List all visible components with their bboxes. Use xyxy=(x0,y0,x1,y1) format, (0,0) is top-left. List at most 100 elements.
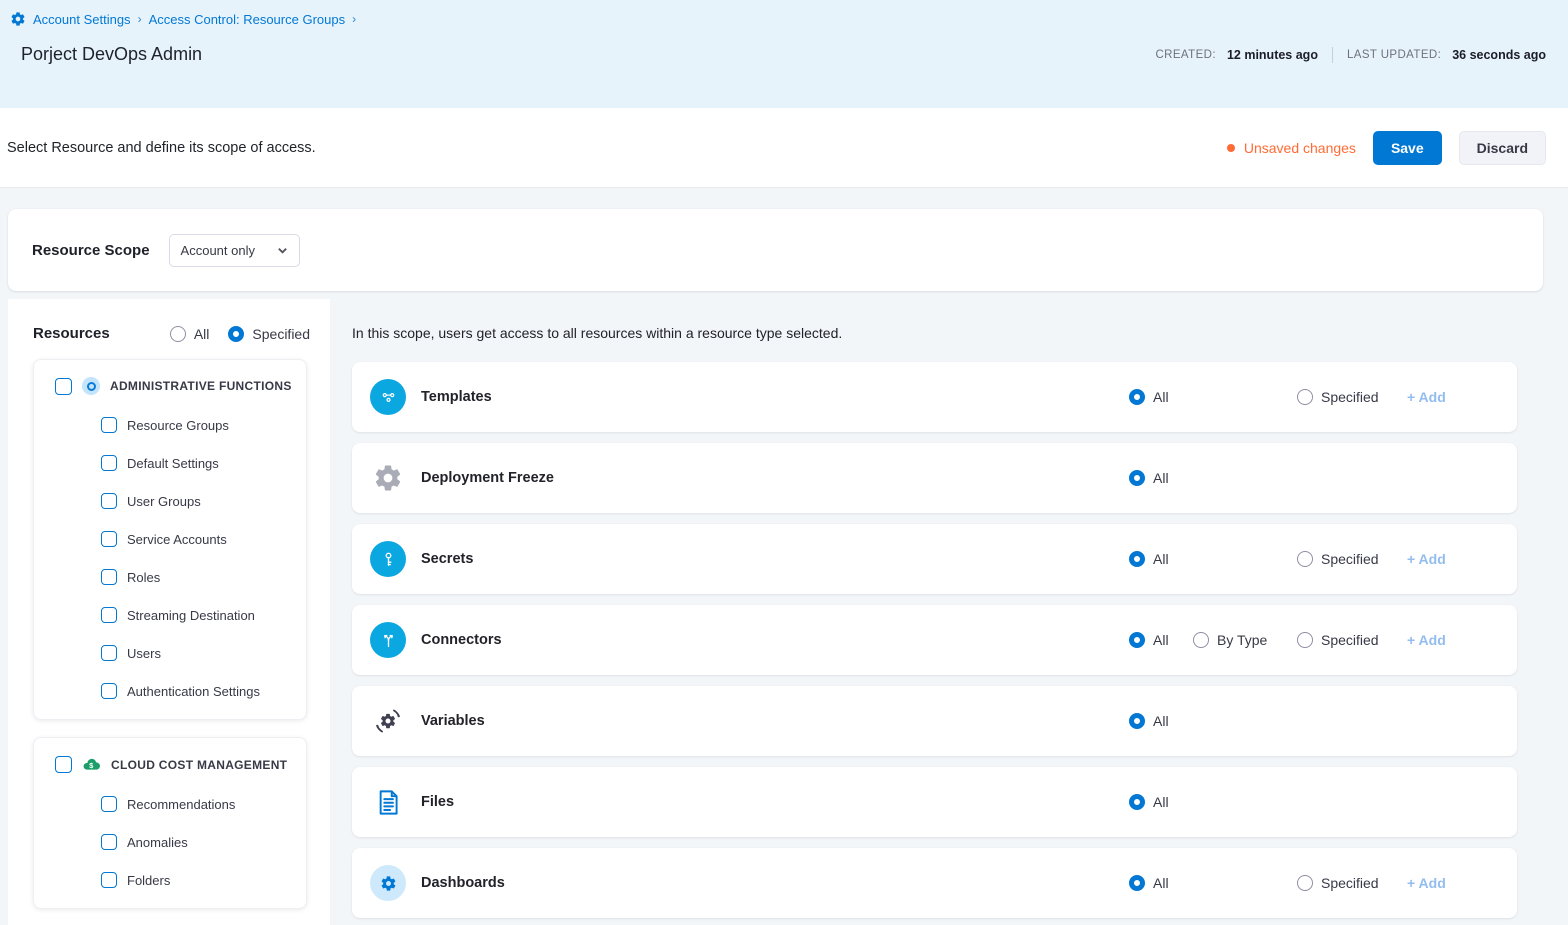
item-checkbox[interactable] xyxy=(101,834,117,850)
item-checkbox[interactable] xyxy=(101,455,117,471)
chevron-down-icon xyxy=(277,245,288,256)
resources-radio-all[interactable]: All xyxy=(170,326,210,342)
resource-item[interactable]: Roles xyxy=(101,569,296,585)
radio-icon[interactable] xyxy=(1193,632,1209,648)
add-link[interactable]: + Add xyxy=(1407,632,1446,648)
radio-icon[interactable] xyxy=(1129,551,1145,567)
resource-item[interactable]: Folders xyxy=(101,872,296,888)
files-icon xyxy=(370,784,406,820)
resource-group-header[interactable]: $ CLOUD COST MANAGEMENT xyxy=(55,755,296,774)
resource-type-row: Dashboards All By Type Specified + Add xyxy=(352,848,1517,918)
group-label: CLOUD COST MANAGEMENT xyxy=(111,758,287,772)
dashboards-icon xyxy=(370,865,406,901)
radio-icon[interactable] xyxy=(1297,632,1313,648)
group-checkbox[interactable] xyxy=(55,756,72,773)
option-all[interactable]: All xyxy=(1129,875,1193,891)
resource-type-row: Variables All By Type Specified + Add xyxy=(352,686,1517,756)
radio-icon[interactable] xyxy=(1129,389,1145,405)
resource-type-row: Secrets All By Type Specified + Add xyxy=(352,524,1517,594)
add-link[interactable]: + Add xyxy=(1407,389,1446,405)
resource-item[interactable]: Recommendations xyxy=(101,796,296,812)
option-all[interactable]: All xyxy=(1129,470,1193,486)
resource-item[interactable]: Streaming Destination xyxy=(101,607,296,623)
resource-item[interactable]: Anomalies xyxy=(101,834,296,850)
item-label: Anomalies xyxy=(127,835,188,850)
item-checkbox[interactable] xyxy=(101,569,117,585)
radio-icon[interactable] xyxy=(1297,875,1313,891)
breadcrumb-access-control[interactable]: Access Control: Resource Groups xyxy=(149,12,346,27)
item-checkbox[interactable] xyxy=(101,607,117,623)
connectors-icon xyxy=(370,622,406,658)
item-checkbox[interactable] xyxy=(101,417,117,433)
resource-scope-value: Account only xyxy=(181,243,255,258)
item-checkbox[interactable] xyxy=(101,872,117,888)
radio-all-label: All xyxy=(194,326,210,342)
resource-item[interactable]: User Groups xyxy=(101,493,296,509)
resources-radio-specified[interactable]: Specified xyxy=(228,326,310,342)
resource-item[interactable]: Service Accounts xyxy=(101,531,296,547)
item-checkbox[interactable] xyxy=(101,531,117,547)
meta-divider xyxy=(1332,47,1333,63)
option-specified[interactable]: Specified xyxy=(1297,389,1407,405)
option-specified[interactable]: Specified xyxy=(1297,632,1407,648)
last-updated-label: LAST UPDATED: xyxy=(1347,49,1441,61)
resource-scope-dropdown[interactable]: Account only xyxy=(169,234,300,267)
resource-item[interactable]: Authentication Settings xyxy=(101,683,296,699)
toolbar-description: Select Resource and define its scope of … xyxy=(7,140,316,156)
variables-icon xyxy=(370,703,406,739)
radio-icon[interactable] xyxy=(1129,875,1145,891)
option-all-label: All xyxy=(1153,389,1169,405)
item-checkbox[interactable] xyxy=(101,645,117,661)
radio-icon[interactable] xyxy=(1297,389,1313,405)
resource-type-row: Deployment Freeze All By Type Specified … xyxy=(352,443,1517,513)
breadcrumb-account-settings[interactable]: Account Settings xyxy=(33,12,131,27)
group-checkbox[interactable] xyxy=(55,378,72,395)
option-all[interactable]: All xyxy=(1129,551,1193,567)
item-checkbox[interactable] xyxy=(101,493,117,509)
option-specified-label: Specified xyxy=(1321,389,1379,405)
resource-group-header[interactable]: ADMINISTRATIVE FUNCTIONS xyxy=(55,377,296,395)
option-specified[interactable]: Specified xyxy=(1297,875,1407,891)
item-label: Streaming Destination xyxy=(127,608,255,623)
item-label: Default Settings xyxy=(127,456,219,471)
resource-type-label: Variables xyxy=(421,713,1129,729)
option-all[interactable]: All xyxy=(1129,632,1193,648)
radio-icon[interactable] xyxy=(170,326,186,342)
resource-item[interactable]: Users xyxy=(101,645,296,661)
secrets-icon xyxy=(370,541,406,577)
resource-type-row: Files All By Type Specified + Add xyxy=(352,767,1517,837)
radio-icon[interactable] xyxy=(228,326,244,342)
resource-types-panel: In this scope, users get access to all r… xyxy=(330,299,1568,918)
save-button[interactable]: Save xyxy=(1373,131,1442,165)
item-checkbox[interactable] xyxy=(101,683,117,699)
templates-icon xyxy=(370,379,406,415)
add-link[interactable]: + Add xyxy=(1407,875,1446,891)
option-all[interactable]: All xyxy=(1129,389,1193,405)
unsaved-changes-label: Unsaved changes xyxy=(1244,140,1356,156)
item-checkbox[interactable] xyxy=(101,796,117,812)
resource-group-card: ADMINISTRATIVE FUNCTIONS Resource Groups… xyxy=(33,359,307,720)
item-label: Recommendations xyxy=(127,797,235,812)
radio-icon[interactable] xyxy=(1129,794,1145,810)
resource-item[interactable]: Default Settings xyxy=(101,455,296,471)
option-all[interactable]: All xyxy=(1129,794,1193,810)
option-specified[interactable]: Specified xyxy=(1297,551,1407,567)
option-all-label: All xyxy=(1153,470,1169,486)
option-all-label: All xyxy=(1153,713,1169,729)
option-all[interactable]: All xyxy=(1129,713,1193,729)
resource-type-row: Connectors All By Type Specified + Add xyxy=(352,605,1517,675)
option-specified-label: Specified xyxy=(1321,632,1379,648)
discard-button[interactable]: Discard xyxy=(1459,131,1546,165)
resource-type-label: Secrets xyxy=(421,551,1129,567)
radio-icon[interactable] xyxy=(1129,632,1145,648)
item-label: Authentication Settings xyxy=(127,684,260,699)
radio-icon[interactable] xyxy=(1129,713,1145,729)
resource-item[interactable]: Resource Groups xyxy=(101,417,296,433)
resources-sidebar: Resources All Specified ADMINISTRATIVE F… xyxy=(8,299,330,925)
option-all-label: All xyxy=(1153,875,1169,891)
option-by-type[interactable]: By Type xyxy=(1193,632,1297,648)
add-link[interactable]: + Add xyxy=(1407,551,1446,567)
radio-icon[interactable] xyxy=(1297,551,1313,567)
breadcrumb-separator: › xyxy=(352,12,356,26)
radio-icon[interactable] xyxy=(1129,470,1145,486)
